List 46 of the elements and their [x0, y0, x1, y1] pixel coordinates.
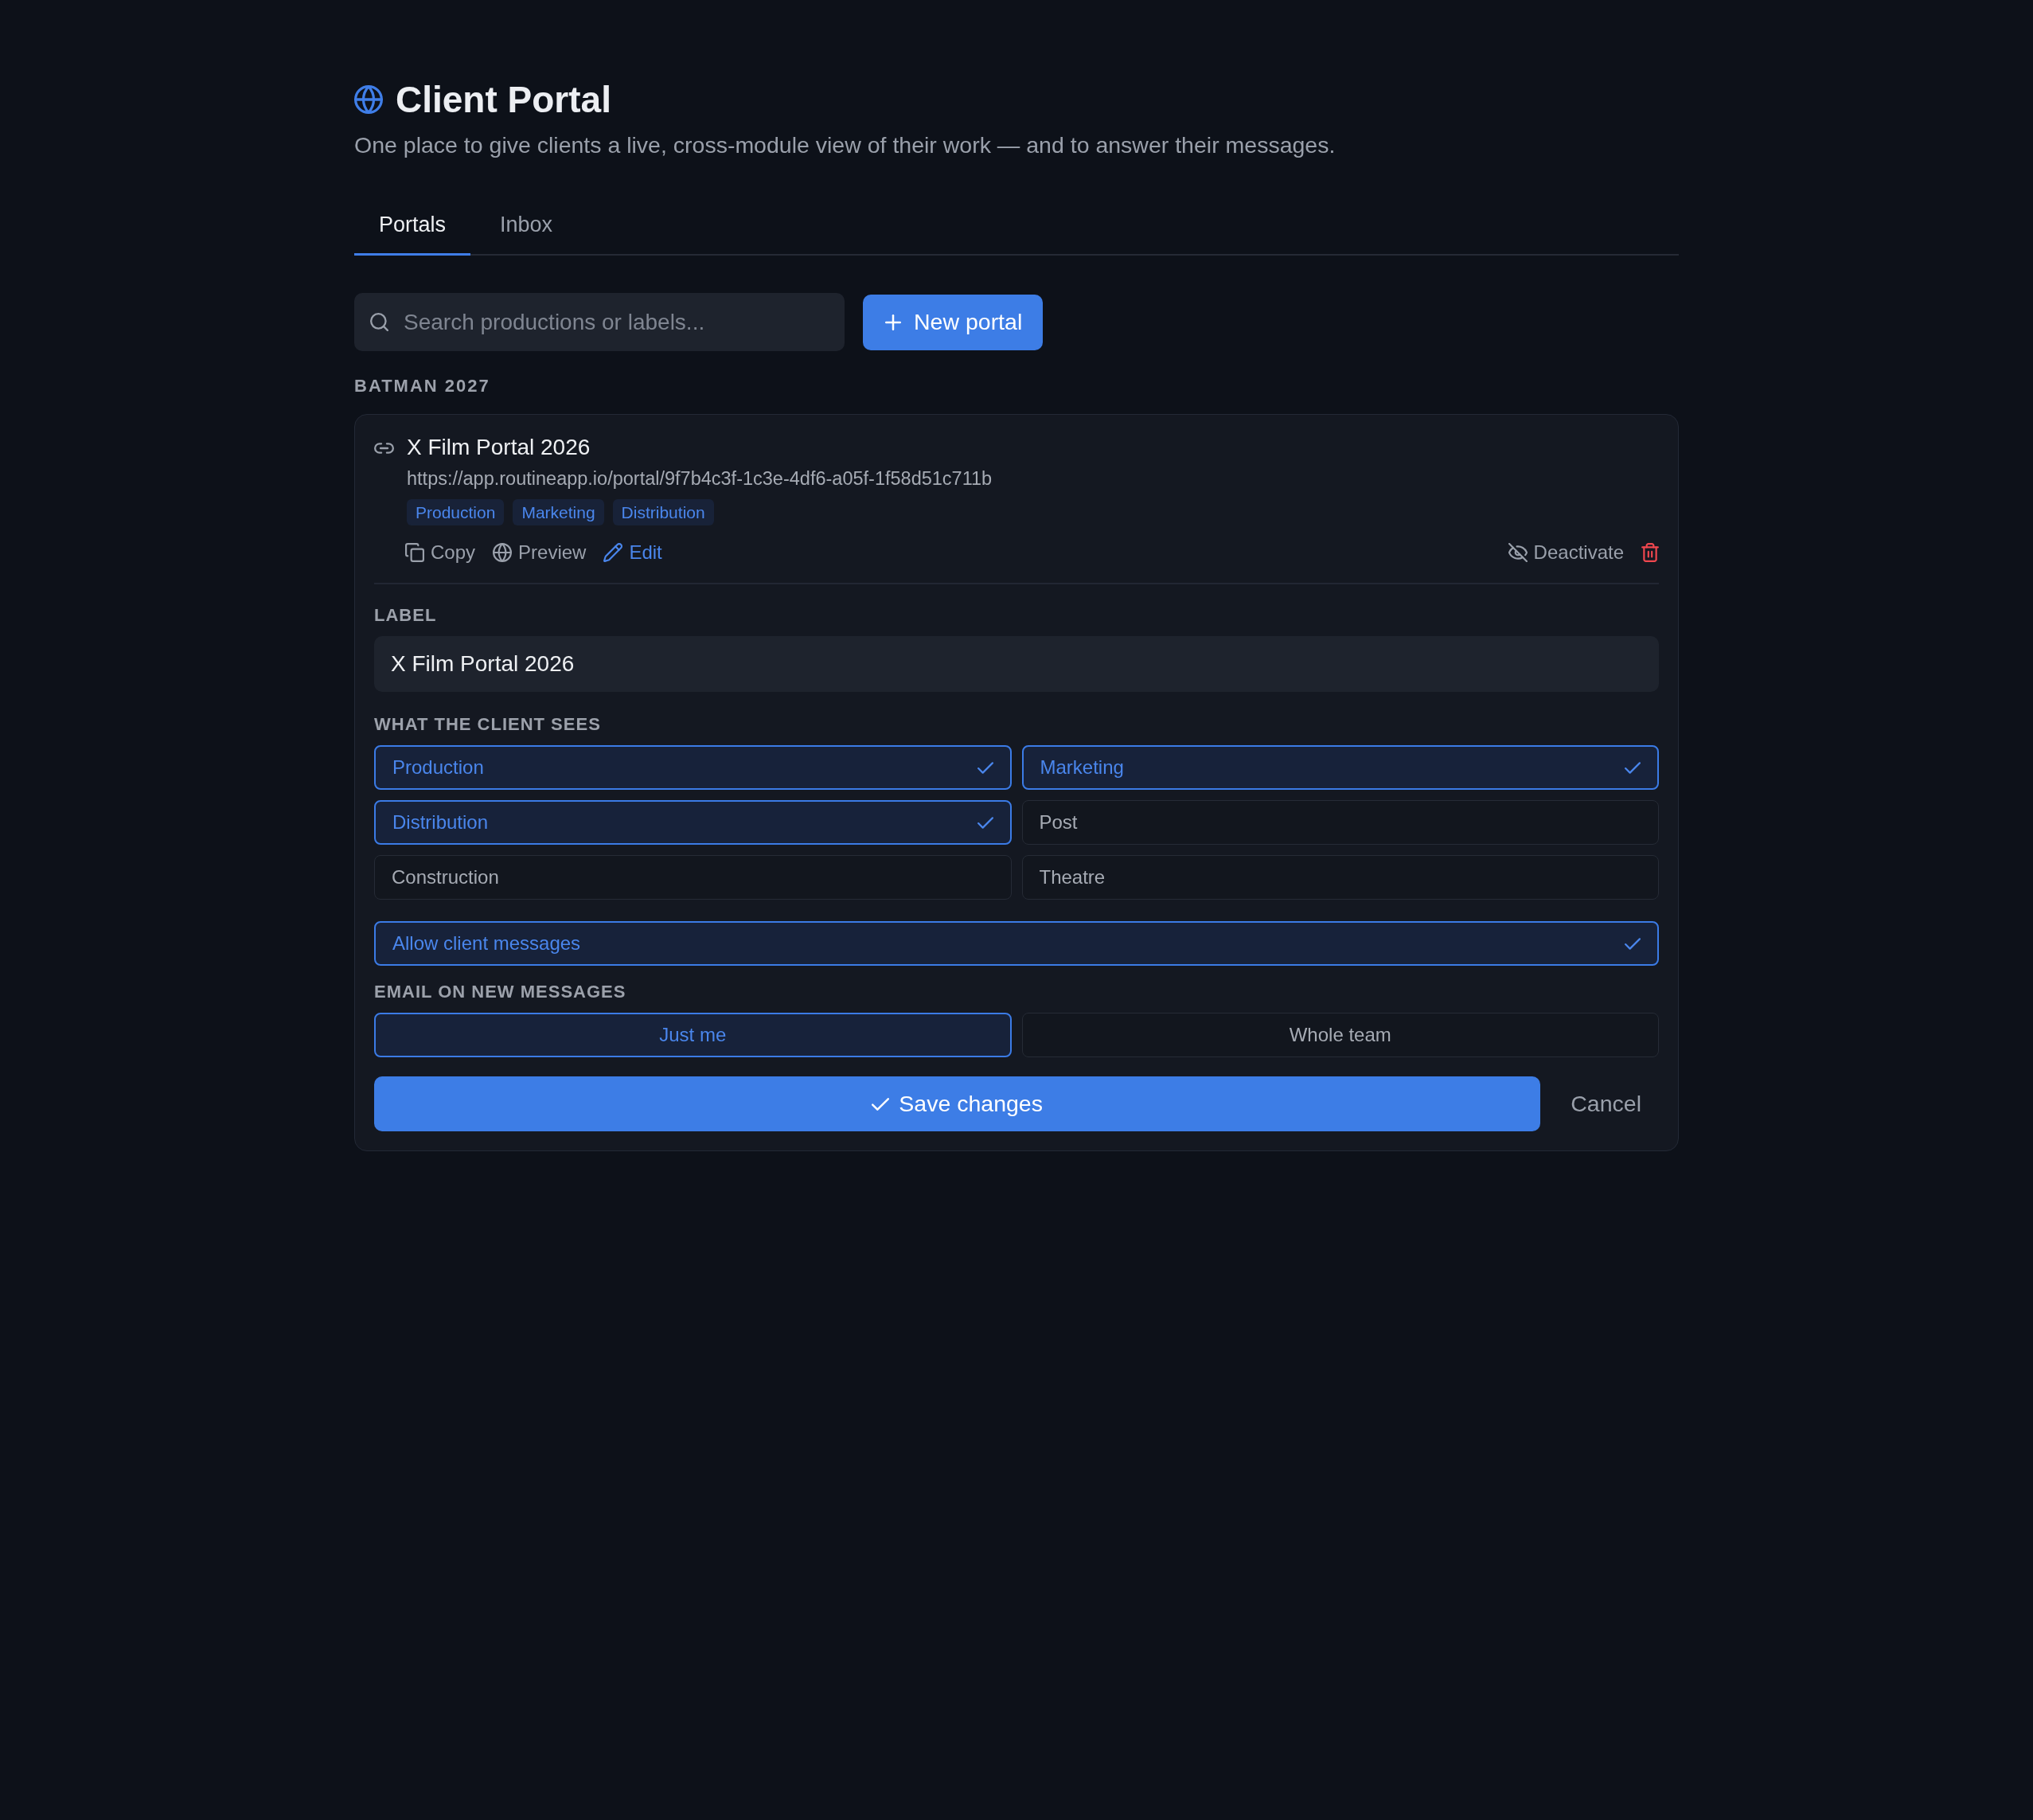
module-tag: Production: [407, 499, 505, 525]
tab[interactable]: Portals: [354, 193, 471, 256]
tab[interactable]: Inbox: [475, 193, 578, 256]
field-label: WHAT THE CLIENT SEES: [374, 713, 601, 736]
check-icon: [977, 816, 993, 829]
email-option[interactable]: Whole team: [1021, 1013, 1659, 1057]
new-portal-button[interactable]: New portal: [863, 294, 1044, 350]
edit-button[interactable]: Edit: [603, 539, 662, 566]
trash-icon: [1641, 543, 1659, 562]
module-checkbox[interactable]: Theatre: [1021, 855, 1659, 900]
plus-icon: [885, 314, 901, 330]
check-icon: [872, 1097, 890, 1111]
module-checkbox[interactable]: Production: [374, 745, 1012, 790]
check-icon: [1625, 937, 1641, 950]
delete-button[interactable]: [1641, 543, 1659, 562]
module-checkbox[interactable]: Construction: [374, 855, 1012, 900]
globe-icon: [493, 543, 513, 562]
module-checkbox[interactable]: Marketing: [1021, 745, 1659, 790]
page-title: Client Portal: [396, 78, 611, 122]
email-option[interactable]: Just me: [374, 1013, 1012, 1057]
globe-icon: [354, 85, 383, 114]
eye-off-icon: [1508, 543, 1528, 562]
cancel-button[interactable]: Cancel: [1553, 1076, 1659, 1131]
module-checkbox[interactable]: Distribution: [374, 800, 1012, 845]
search-icon: [370, 313, 388, 331]
search-field[interactable]: Search productions or labels...: [354, 293, 845, 351]
deactivate-button[interactable]: Deactivate: [1508, 539, 1624, 566]
save-button[interactable]: Save changes: [374, 1076, 1541, 1131]
module-tag: Marketing: [513, 499, 604, 525]
portal-name: X Film Portal 2026: [407, 434, 591, 461]
allow-messages-checkbox[interactable]: Allow client messages: [374, 921, 1659, 966]
module-tag: Distribution: [612, 499, 714, 525]
check-icon: [977, 761, 993, 774]
pencil-icon: [603, 543, 623, 562]
field-label: EMAIL ON NEW MESSAGES: [374, 981, 626, 1003]
check-icon: [1625, 761, 1641, 774]
field-label: LABEL: [374, 604, 437, 627]
link-icon: [374, 443, 394, 454]
copy-button[interactable]: Copy: [405, 539, 476, 566]
module-checkbox[interactable]: Post: [1021, 800, 1659, 845]
copy-icon: [405, 543, 424, 562]
production-heading: BATMAN 2027: [354, 375, 490, 397]
label-input[interactable]: X Film Portal 2026: [374, 636, 1659, 692]
preview-button[interactable]: Preview: [493, 539, 587, 566]
page-subtitle: One place to give clients a live, cross-module view of their work — and to answer their messages.: [354, 131, 1336, 159]
portal-url: https://app.routineapp.io/portal/9f7b4c3f-1c3e-4df6-a05f-1f58d51c711b: [407, 467, 993, 490]
